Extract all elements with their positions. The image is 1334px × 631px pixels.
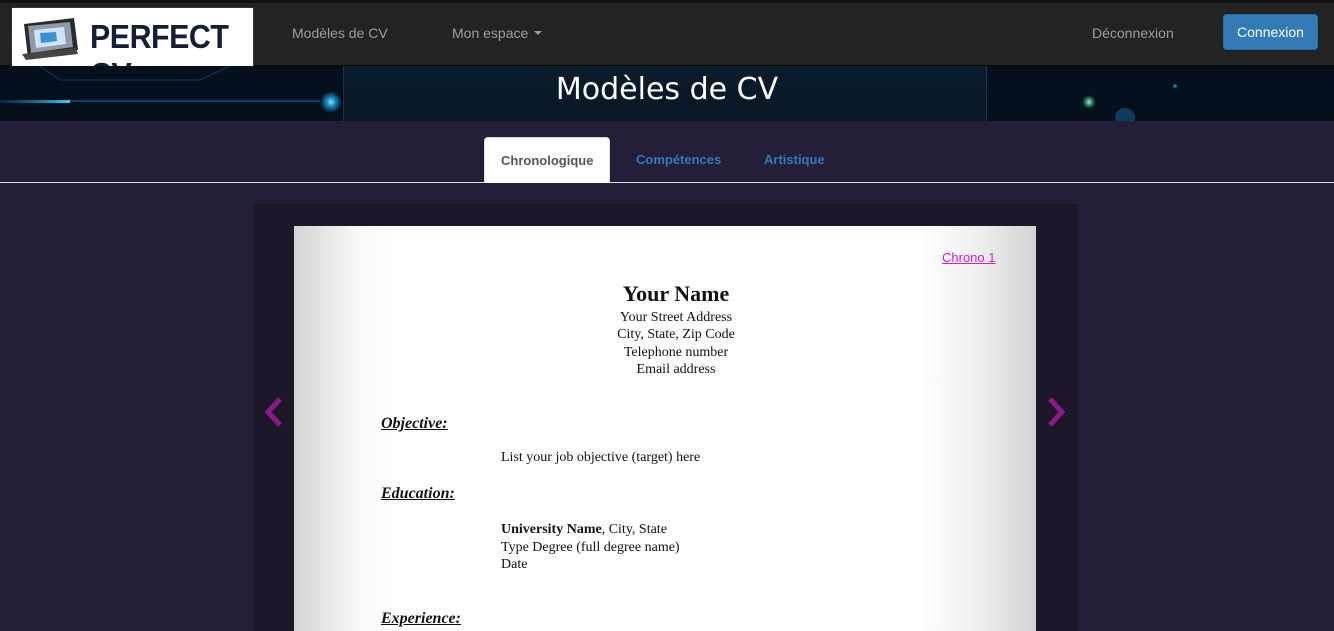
cv-objective-heading: Objective: xyxy=(381,415,448,432)
cv-education-degree: Type Degree (full degree name) xyxy=(501,540,680,555)
tab-competences[interactable]: Compétences xyxy=(620,137,737,182)
cv-education-university: University Name, City, State xyxy=(501,522,667,538)
cv-address-line: Telephone number xyxy=(623,345,729,360)
cv-education-heading: Education: xyxy=(381,485,455,502)
cv-education-date: Date xyxy=(501,557,528,572)
navbar: PERFECT CV Modèles de CV Mon espace Déco… xyxy=(0,0,1334,93)
tab-artistique[interactable]: Artistique xyxy=(748,137,841,182)
logo-icon xyxy=(22,18,78,60)
nav-link-my-space-label: Mon espace xyxy=(452,25,529,41)
cv-address-line: Email address xyxy=(636,362,716,377)
caret-down-icon xyxy=(534,31,543,35)
cv-address-line: Your Street Address xyxy=(619,310,733,325)
nav-link-cv-templates[interactable]: Modèles de CV xyxy=(292,25,388,41)
cv-address-line: City, State, Zip Code xyxy=(617,327,735,342)
login-button[interactable]: Connexion xyxy=(1223,14,1318,50)
cv-university-name: University Name xyxy=(501,522,602,537)
logo[interactable]: PERFECT CV xyxy=(11,7,254,93)
template-name-link[interactable]: Chrono 1 xyxy=(942,250,995,265)
cv-preview-document[interactable]: Chrono 1 Your Name Your Street Address C… xyxy=(294,226,1036,631)
chevron-left-icon[interactable] xyxy=(264,396,284,428)
tab-chronologique[interactable]: Chronologique xyxy=(484,137,611,183)
tab-bar: Chronologique Compétences Artistique xyxy=(0,121,1334,183)
cv-objective-text: List your job objective (target) here xyxy=(501,450,701,465)
logout-link[interactable]: Déconnexion xyxy=(1092,25,1174,41)
nav-link-my-space[interactable]: Mon espace xyxy=(452,25,543,41)
cv-name: Your Name xyxy=(622,281,730,306)
cv-experience-heading: Experience: xyxy=(381,610,461,627)
chevron-right-icon[interactable] xyxy=(1046,396,1066,428)
banner: Modèles de CV xyxy=(0,66,1334,121)
page-title: Modèles de CV xyxy=(555,72,779,107)
cv-university-location: , City, State xyxy=(601,522,667,537)
